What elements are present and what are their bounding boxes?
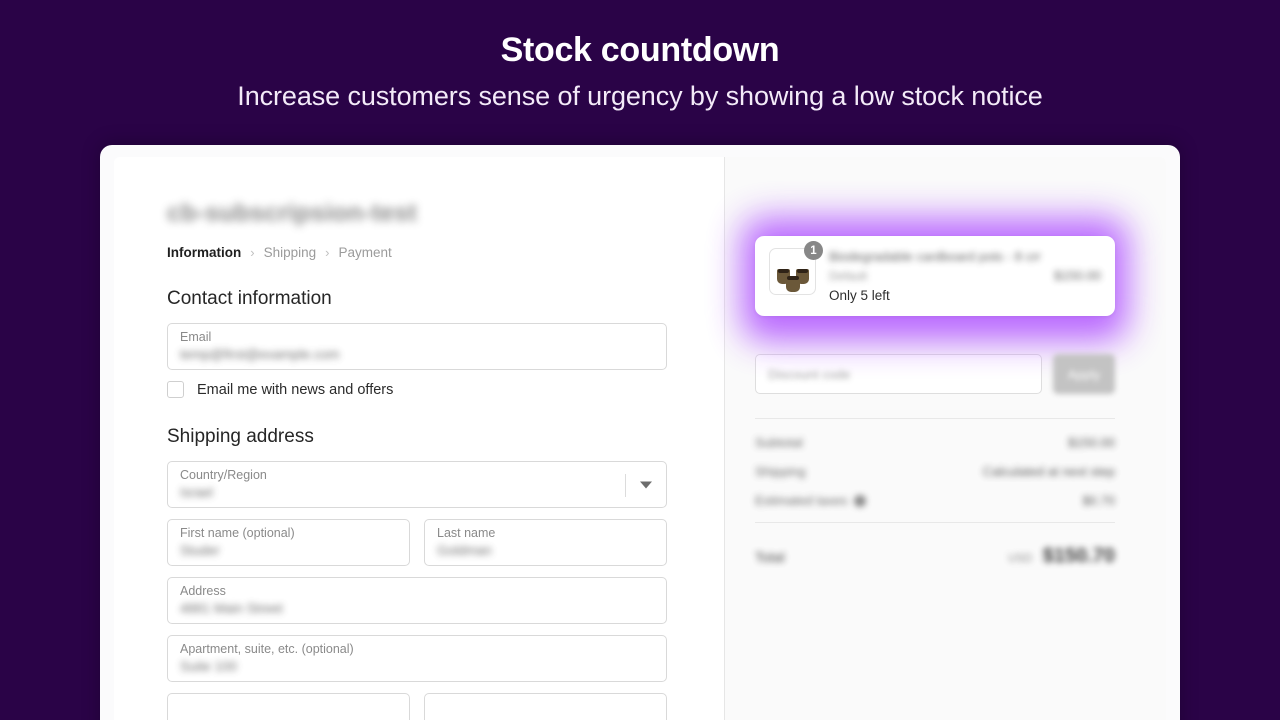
breadcrumb-item-information[interactable]: Information bbox=[167, 245, 241, 260]
summary-row-shipping: Shipping Calculated at next step bbox=[755, 464, 1115, 479]
last-name-value: Goldman bbox=[437, 543, 492, 558]
newsletter-checkbox[interactable] bbox=[167, 381, 184, 398]
total-amount: $150.70 bbox=[1042, 545, 1115, 567]
store-name: cb-subscripsion-test bbox=[167, 199, 417, 227]
apartment-value: Suite 100 bbox=[180, 659, 238, 674]
summary-divider bbox=[755, 418, 1115, 419]
product-details: Biodegradable cardboard pots - 8 cm Defa… bbox=[829, 248, 1041, 303]
product-thumbnail-wrap: 1 bbox=[769, 241, 823, 295]
total-row: Total USD $150.70 bbox=[755, 545, 1115, 568]
estimated-taxes-value: $0.70 bbox=[1082, 493, 1115, 508]
first-name-value: Studer bbox=[180, 543, 220, 558]
total-label: Total bbox=[755, 549, 785, 565]
product-line-item: 1 Biodegradable cardboard pots - 8 cm De… bbox=[755, 236, 1115, 316]
name-fields-row: First name (optional) Studer Last name G… bbox=[167, 519, 724, 577]
apply-discount-button[interactable]: Apply bbox=[1053, 354, 1115, 394]
checkout-form-column: cb-subscripsion-test Information › Shipp… bbox=[114, 157, 724, 720]
estimated-taxes-text: Estimated taxes bbox=[755, 493, 848, 508]
city-field[interactable] bbox=[167, 693, 410, 720]
shipping-label: Shipping bbox=[755, 464, 806, 479]
subtotal-label: Subtotal bbox=[755, 435, 803, 450]
country-region-value: Israel bbox=[180, 485, 214, 500]
discount-code-input[interactable]: Discount code bbox=[755, 354, 1042, 394]
address-label: Address bbox=[180, 584, 226, 598]
page-title: Stock countdown bbox=[500, 31, 780, 69]
highlighted-product-row: 1 Biodegradable cardboard pots - 8 cm De… bbox=[742, 218, 1136, 341]
country-region-select[interactable]: Country/Region Israel bbox=[167, 461, 667, 508]
chevron-right-icon: › bbox=[325, 245, 330, 260]
chevron-down-icon[interactable] bbox=[640, 481, 652, 488]
zip-field[interactable] bbox=[424, 693, 667, 720]
address-value: 4881 Main Street bbox=[180, 601, 283, 616]
summary-row-subtotal: Subtotal $150.00 bbox=[755, 435, 1115, 450]
hero-header: Stock countdown Increase customers sense… bbox=[0, 0, 1280, 114]
email-field-label: Email bbox=[180, 330, 212, 344]
city-zip-row bbox=[167, 693, 724, 720]
pot-shape bbox=[786, 276, 800, 292]
shipping-address-heading: Shipping address bbox=[167, 426, 314, 447]
address-field[interactable]: Address 4881 Main Street bbox=[167, 577, 667, 624]
contact-information-heading: Contact information bbox=[167, 288, 332, 309]
country-region-label: Country/Region bbox=[180, 468, 267, 482]
breadcrumb-item-shipping[interactable]: Shipping bbox=[264, 245, 317, 260]
info-icon[interactable] bbox=[853, 494, 866, 507]
newsletter-checkbox-row[interactable]: Email me with news and offers bbox=[167, 381, 724, 398]
browser-frame: cb-subscripsion-test Information › Shipp… bbox=[100, 145, 1180, 720]
page-subtitle: Increase customers sense of urgency by s… bbox=[237, 81, 1043, 111]
summary-rows: Subtotal $150.00 Shipping Calculated at … bbox=[755, 435, 1115, 508]
summary-row-taxes: Estimated taxes $0.70 bbox=[755, 493, 1115, 508]
product-variant: Default bbox=[829, 269, 868, 283]
chevron-right-icon: › bbox=[250, 245, 255, 260]
discount-code-row: Discount code Apply bbox=[755, 354, 1115, 394]
total-divider bbox=[755, 522, 1115, 523]
email-field-value: temp@first@example.com bbox=[180, 347, 340, 362]
subtotal-value: $150.00 bbox=[1068, 435, 1115, 450]
stock-countdown-notice: Only 5 left bbox=[829, 288, 890, 303]
estimated-taxes-label: Estimated taxes bbox=[755, 493, 866, 508]
last-name-field[interactable]: Last name Goldman bbox=[424, 519, 667, 566]
breadcrumb: Information › Shipping › Payment bbox=[167, 245, 724, 260]
checkout-page: cb-subscripsion-test Information › Shipp… bbox=[114, 157, 1166, 720]
discount-code-placeholder: Discount code bbox=[768, 366, 851, 382]
breadcrumb-item-payment[interactable]: Payment bbox=[338, 245, 391, 260]
select-divider bbox=[625, 474, 626, 497]
apartment-label: Apartment, suite, etc. (optional) bbox=[180, 642, 354, 656]
last-name-label: Last name bbox=[437, 526, 496, 540]
shipping-value: Calculated at next step bbox=[982, 464, 1115, 479]
total-currency: USD bbox=[1007, 553, 1033, 565]
product-title: Biodegradable cardboard pots - 8 cm bbox=[829, 249, 1041, 264]
first-name-field[interactable]: First name (optional) Studer bbox=[167, 519, 410, 566]
email-field[interactable]: Email temp@first@example.com bbox=[167, 323, 667, 370]
first-name-label: First name (optional) bbox=[180, 526, 295, 540]
apartment-field[interactable]: Apartment, suite, etc. (optional) Suite … bbox=[167, 635, 667, 682]
newsletter-checkbox-label: Email me with news and offers bbox=[197, 381, 394, 398]
product-price: $150.00 bbox=[1054, 268, 1101, 283]
total-value-group: USD $150.70 bbox=[1008, 545, 1115, 568]
order-summary-column: 1 Biodegradable cardboard pots - 8 cm De… bbox=[724, 157, 1166, 720]
quantity-badge: 1 bbox=[804, 241, 823, 260]
